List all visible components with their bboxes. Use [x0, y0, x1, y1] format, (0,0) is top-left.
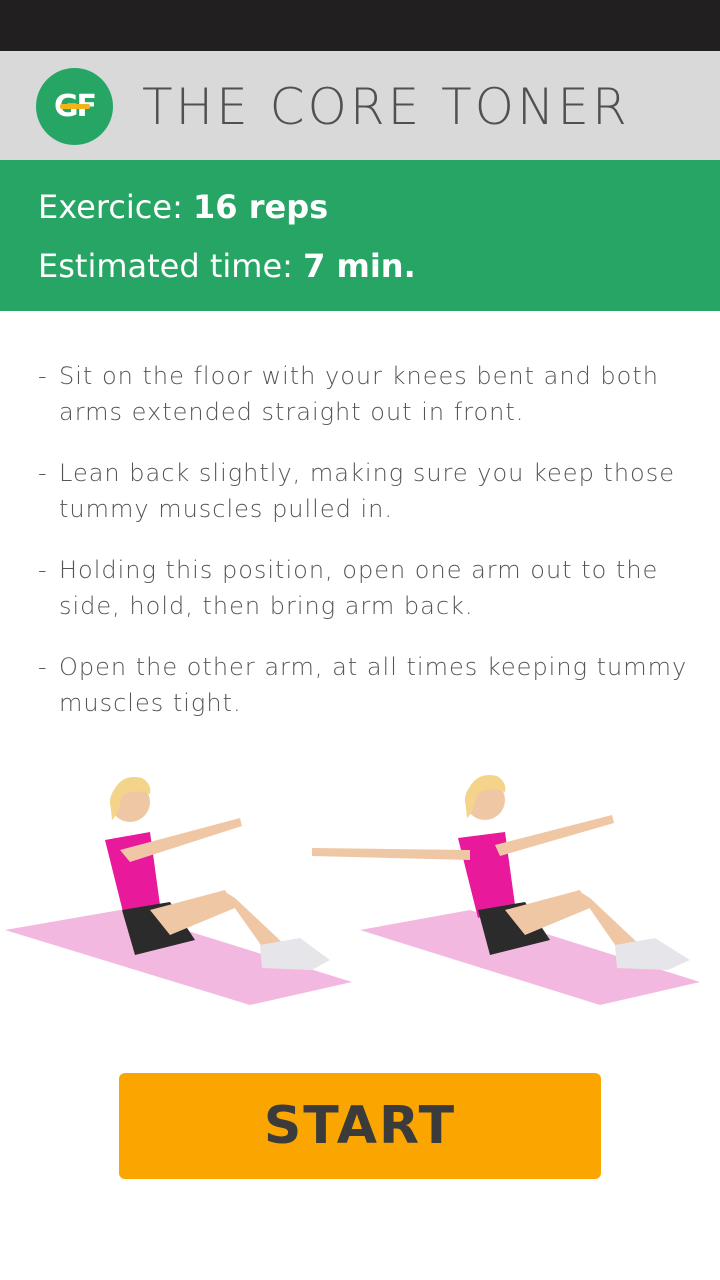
instruction-step: - Sit on the floor with your knees bent … [38, 358, 698, 430]
exercise-info-band: Exercice: 16 reps Estimated time: 7 min. [0, 160, 720, 311]
bullet-dash: - [38, 362, 48, 390]
instructions-list: - Sit on the floor with your knees bent … [38, 358, 698, 746]
pose-arms-open [312, 774, 700, 1005]
time-line: Estimated time: 7 min. [38, 246, 416, 286]
time-label: Estimated time: [38, 247, 304, 285]
dumbbell-icon [60, 104, 90, 109]
start-button[interactable]: START [119, 1073, 601, 1179]
instruction-step: - Open the other arm, at all times keepi… [38, 649, 698, 721]
reps-line: Exercice: 16 reps [38, 187, 328, 227]
instruction-text: Holding this position, open one arm out … [59, 556, 659, 620]
reps-label: Exercice: [38, 188, 194, 226]
status-bar [0, 0, 720, 51]
bullet-dash: - [38, 556, 48, 584]
exercise-illustration [5, 774, 700, 1005]
instruction-step: - Holding this position, open one arm ou… [38, 552, 698, 624]
time-value: 7 min. [303, 247, 416, 285]
instruction-step: - Lean back slightly, making sure you ke… [38, 455, 698, 527]
instruction-text: Lean back slightly, making sure you keep… [59, 459, 675, 523]
instruction-text: Open the other arm, at all times keeping… [59, 653, 688, 717]
bullet-dash: - [38, 459, 48, 487]
reps-value: 16 reps [193, 188, 329, 226]
bullet-dash: - [38, 653, 48, 681]
pose-arms-forward [5, 776, 352, 1005]
app-logo: GF [36, 68, 113, 145]
page-title: THE CORE TONER [142, 78, 630, 136]
instruction-text: Sit on the floor with your knees bent an… [59, 362, 659, 426]
app-header: GF THE CORE TONER [0, 51, 720, 160]
